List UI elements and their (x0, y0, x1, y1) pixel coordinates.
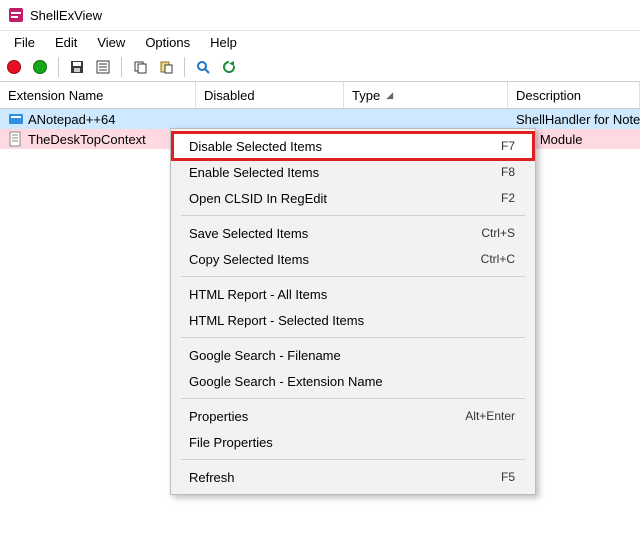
col-label: Type (352, 88, 380, 103)
context-menu-label: Properties (189, 409, 445, 424)
context-menu-item[interactable]: Copy Selected Items Ctrl+C (173, 246, 533, 272)
list-header: Extension Name Disabled Type ◢ Descripti… (0, 82, 640, 109)
cell-description: ShellHandler for Notepa (516, 112, 640, 127)
app-icon (8, 7, 24, 23)
context-menu-label: File Properties (189, 435, 515, 450)
context-menu-item[interactable]: Refresh F5 (173, 464, 533, 490)
menu-file[interactable]: File (4, 33, 45, 52)
col-label: Disabled (204, 88, 255, 103)
toolbar-separator (58, 57, 59, 77)
context-menu-label: Refresh (189, 470, 481, 485)
context-menu-item[interactable]: Enable Selected Items F8 (173, 159, 533, 185)
cell-name: ANotepad++64 (28, 112, 115, 127)
context-menu-label: Save Selected Items (189, 226, 461, 241)
context-menu-shortcut: Ctrl+S (481, 226, 515, 240)
context-menu-item[interactable]: Google Search - Extension Name (173, 368, 533, 394)
context-menu-item[interactable]: HTML Report - All Items (173, 281, 533, 307)
app-window: ShellExView File Edit View Options Help (0, 0, 640, 544)
context-menu-item[interactable]: Google Search - Filename (173, 342, 533, 368)
toolbar-separator (121, 57, 122, 77)
col-extension-name[interactable]: Extension Name (0, 82, 196, 108)
menu-help[interactable]: Help (200, 33, 247, 52)
col-disabled[interactable]: Disabled (196, 82, 344, 108)
toolbar (0, 53, 640, 82)
context-menu-label: HTML Report - All Items (189, 287, 515, 302)
table-row[interactable]: ANotepad++64 ShellHandler for Notepa (0, 109, 640, 129)
context-menu-item[interactable]: File Properties (173, 429, 533, 455)
col-description[interactable]: Description (508, 82, 640, 108)
save-icon[interactable] (67, 57, 87, 77)
context-menu-shortcut: F8 (501, 165, 515, 179)
context-menu-label: Copy Selected Items (189, 252, 461, 267)
context-menu-shortcut: F7 (501, 139, 515, 153)
context-menu-item[interactable]: Properties Alt+Enter (173, 403, 533, 429)
copy-icon[interactable] (130, 57, 150, 77)
window-title: ShellExView (30, 8, 102, 23)
dot-red-icon[interactable] (4, 57, 24, 77)
context-menu-label: Disable Selected Items (189, 139, 481, 154)
context-menu-separator (181, 459, 525, 460)
context-menu-item[interactable]: Save Selected Items Ctrl+S (173, 220, 533, 246)
menu-view[interactable]: View (87, 33, 135, 52)
ext-blue-icon (8, 111, 24, 127)
context-menu: Disable Selected Items F7 Enable Selected … (170, 128, 536, 495)
col-label: Extension Name (8, 88, 103, 103)
cell-name: TheDeskTopContext (28, 132, 146, 147)
context-menu-separator (181, 398, 525, 399)
col-label: Description (516, 88, 581, 103)
menu-edit[interactable]: Edit (45, 33, 87, 52)
context-menu-shortcut: Ctrl+C (481, 252, 515, 266)
title-bar: ShellExView (0, 0, 640, 31)
paste-special-icon[interactable] (156, 57, 176, 77)
find-icon[interactable] (193, 57, 213, 77)
context-menu-label: HTML Report - Selected Items (189, 313, 515, 328)
context-menu-shortcut: Alt+Enter (465, 409, 515, 423)
context-menu-item[interactable]: Open CLSID In RegEdit F2 (173, 185, 533, 211)
context-menu-separator (181, 276, 525, 277)
context-menu-label: Google Search - Extension Name (189, 374, 515, 389)
context-menu-item[interactable]: HTML Report - Selected Items (173, 307, 533, 333)
context-menu-label: Open CLSID In RegEdit (189, 191, 481, 206)
context-menu-label: Google Search - Filename (189, 348, 515, 363)
context-menu-item[interactable]: Disable Selected Items F7 (173, 133, 533, 159)
context-menu-separator (181, 215, 525, 216)
properties-icon[interactable] (93, 57, 113, 77)
sort-indicator-icon: ◢ (386, 90, 393, 101)
menu-options[interactable]: Options (135, 33, 200, 52)
refresh-icon[interactable] (219, 57, 239, 77)
toolbar-separator (184, 57, 185, 77)
dot-green-icon[interactable] (30, 57, 50, 77)
col-type[interactable]: Type ◢ (344, 82, 508, 108)
context-menu-shortcut: F5 (501, 470, 515, 484)
context-menu-shortcut: F2 (501, 191, 515, 205)
context-menu-label: Enable Selected Items (189, 165, 481, 180)
ext-sheet-icon (8, 131, 24, 147)
menu-bar: File Edit View Options Help (0, 31, 640, 53)
context-menu-separator (181, 337, 525, 338)
